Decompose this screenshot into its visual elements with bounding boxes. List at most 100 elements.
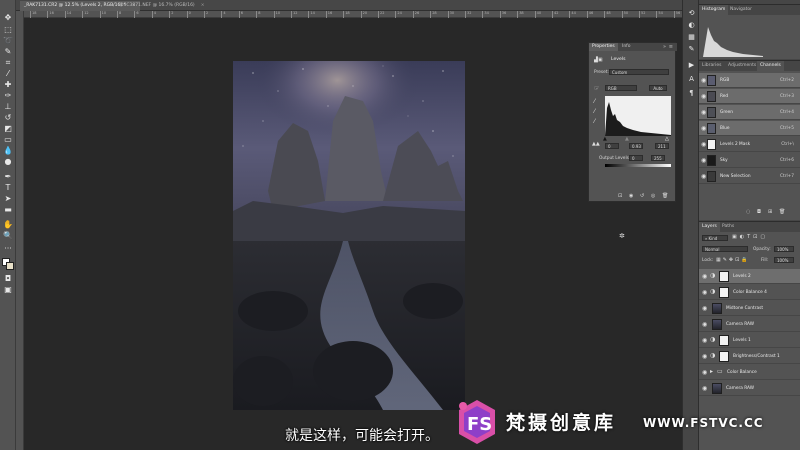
channel-row[interactable]: ◉ Sky Ctrl+6 — [699, 153, 800, 168]
tab-properties[interactable]: Properties — [589, 43, 618, 51]
document-image[interactable] — [233, 61, 465, 410]
trash-icon[interactable]: 🗑 — [662, 193, 668, 199]
visibility-eye-icon[interactable]: ◉ — [702, 353, 707, 360]
type-tool-icon[interactable]: T — [3, 183, 13, 193]
view-previous-icon[interactable]: ◉ — [629, 193, 633, 199]
layer-row[interactable]: ◉ ▸ ▭ Color Balance — [699, 365, 800, 380]
panel-menu-icon[interactable]: ≡ — [669, 44, 673, 50]
save-selection-icon[interactable]: ◘ — [757, 209, 761, 215]
new-channel-icon[interactable]: ⊞ — [768, 209, 772, 215]
crop-tool-icon[interactable]: ⌗ — [3, 58, 13, 68]
input-white-field[interactable]: 211 — [655, 143, 669, 149]
clip-to-layer-icon[interactable]: ⊡ — [618, 193, 622, 199]
visibility-eye-icon[interactable]: ◉ — [702, 289, 707, 296]
collapse-icon[interactable]: » — [663, 44, 666, 50]
zoom-tool-icon[interactable]: 🔍 — [3, 231, 13, 241]
visibility-eye-icon[interactable]: ◉ — [702, 321, 707, 328]
swatches-icon[interactable]: ▦ — [686, 32, 697, 42]
preset-dropdown[interactable]: Custom — [609, 69, 669, 75]
input-black-field[interactable]: 0 — [605, 143, 619, 149]
actions-icon[interactable]: ▶ — [686, 60, 697, 70]
eraser-tool-icon[interactable]: ◩ — [3, 124, 13, 134]
gradient-tool-icon[interactable]: ▭ — [3, 135, 13, 145]
channel-row[interactable]: ◉ Green Ctrl+4 — [699, 105, 800, 120]
channel-row[interactable]: ◉ RGB Ctrl+2 — [699, 73, 800, 88]
tab-paths[interactable]: Paths — [719, 222, 737, 232]
visibility-eye-icon[interactable]: ◉ — [701, 109, 706, 116]
visibility-eye-icon[interactable]: ◉ — [701, 93, 706, 100]
document-tab[interactable]: DSC3871.NEF @ 16.7% (RGB/16) × — [116, 1, 208, 11]
layer-row[interactable]: ◉ Camera RAW — [699, 317, 800, 332]
character-icon[interactable]: A — [686, 74, 697, 84]
visibility-icon[interactable]: ◎ — [651, 193, 655, 199]
channel-row[interactable]: ◉ Red Ctrl+3 — [699, 89, 800, 104]
pen-tool-icon[interactable]: ✒ — [3, 172, 13, 182]
layer-row[interactable]: ◉ ◑ Levels 2 — [699, 269, 800, 284]
hand-tool-icon[interactable]: ✋ — [3, 220, 13, 230]
channel-dropdown[interactable]: RGB — [605, 85, 637, 91]
clone-stamp-icon[interactable]: ⊥ — [3, 102, 13, 112]
quick-select-tool-icon[interactable]: ✎ — [3, 47, 13, 57]
eyedropper-tool-icon[interactable]: ⁄ — [3, 69, 13, 79]
canvas-area[interactable]: ✲ — [24, 19, 682, 450]
glyph-icon[interactable]: ¶ — [686, 88, 697, 98]
tab-navigator[interactable]: Navigator — [727, 5, 755, 15]
move-tool-icon[interactable]: ✥ — [3, 13, 13, 23]
input-gamma-field[interactable]: 0.93 — [629, 143, 643, 149]
target-adjust-icon[interactable]: ☞ — [594, 85, 599, 92]
white-point-eyedropper-icon[interactable]: ⁄ — [594, 118, 595, 125]
visibility-eye-icon[interactable]: ◉ — [702, 385, 707, 392]
shape-tool-icon[interactable]: ▬ — [3, 205, 13, 215]
visibility-eye-icon[interactable]: ◉ — [702, 305, 707, 312]
history-icon[interactable]: ⟲ — [686, 8, 697, 18]
visibility-eye-icon[interactable]: ◉ — [702, 369, 707, 376]
quick-mask-icon[interactable]: ◘ — [3, 274, 13, 284]
layer-row[interactable]: ◉ Camera RAW — [699, 381, 800, 396]
trash-icon[interactable]: 🗑 — [779, 209, 785, 215]
channel-row[interactable]: ◉ Blue Ctrl+5 — [699, 121, 800, 136]
filter-icons[interactable]: ▣◐T⊡▢ — [732, 234, 768, 240]
visibility-eye-icon[interactable]: ◉ — [701, 141, 706, 148]
fill-field[interactable]: 100% — [774, 257, 794, 263]
history-brush-icon[interactable]: ↺ — [3, 113, 13, 123]
reset-icon[interactable]: ↺ — [640, 193, 644, 199]
tab-channels[interactable]: Channels — [757, 61, 784, 71]
dodge-tool-icon[interactable]: ● — [3, 157, 13, 167]
tab-libraries[interactable]: Libraries — [699, 61, 724, 71]
input-black-slider[interactable]: ▲ — [603, 136, 607, 142]
background-color-swatch[interactable] — [6, 262, 14, 270]
layer-row[interactable]: ◉ Midtone Contrast — [699, 301, 800, 316]
tab-info[interactable]: Info — [619, 43, 634, 51]
auto-button[interactable]: Auto — [649, 85, 667, 91]
close-icon[interactable]: × — [201, 3, 205, 8]
channel-row[interactable]: ◉ Levels 2 Mask Ctrl+\ — [699, 137, 800, 152]
visibility-eye-icon[interactable]: ◉ — [701, 77, 706, 84]
screen-mode-icon[interactable]: ▣ — [3, 285, 13, 295]
input-gray-slider[interactable]: ▲ — [625, 136, 629, 142]
blend-mode-dropdown[interactable]: Normal — [702, 246, 748, 252]
load-selection-icon[interactable]: ◌ — [746, 209, 750, 215]
blur-tool-icon[interactable]: 💧 — [3, 146, 13, 156]
visibility-eye-icon[interactable]: ◉ — [701, 125, 706, 132]
lock-icons[interactable]: ▦✎✥⊡🔒 — [716, 257, 750, 263]
tab-layers[interactable]: Layers — [699, 222, 720, 232]
visibility-eye-icon[interactable]: ◉ — [702, 273, 707, 280]
clipping-warning-icon[interactable]: ▲▲ — [592, 141, 600, 147]
gray-point-eyedropper-icon[interactable]: ⁄ — [594, 108, 595, 115]
brush-settings-icon[interactable]: ✎ — [686, 44, 697, 54]
input-white-slider[interactable]: △ — [665, 136, 669, 142]
visibility-eye-icon[interactable]: ◉ — [702, 337, 707, 344]
visibility-eye-icon[interactable]: ◉ — [701, 173, 706, 180]
opacity-field[interactable]: 100% — [774, 246, 794, 252]
layer-row[interactable]: ◉ ◑ Levels 1 — [699, 333, 800, 348]
path-select-tool-icon[interactable]: ➤ — [3, 194, 13, 204]
visibility-eye-icon[interactable]: ◉ — [701, 157, 706, 164]
brush-tool-icon[interactable]: ✑ — [3, 91, 13, 101]
marquee-tool-icon[interactable]: ⬚ — [3, 25, 13, 35]
tab-histogram[interactable]: Histogram — [699, 5, 729, 15]
healing-brush-icon[interactable]: ✚ — [3, 80, 13, 90]
layer-row[interactable]: ◉ ◑ Brightness/Contrast 1 — [699, 349, 800, 364]
output-black-field[interactable]: 0 — [629, 155, 643, 161]
color-icon[interactable]: ◐ — [686, 20, 697, 30]
output-white-field[interactable]: 255 — [651, 155, 665, 161]
